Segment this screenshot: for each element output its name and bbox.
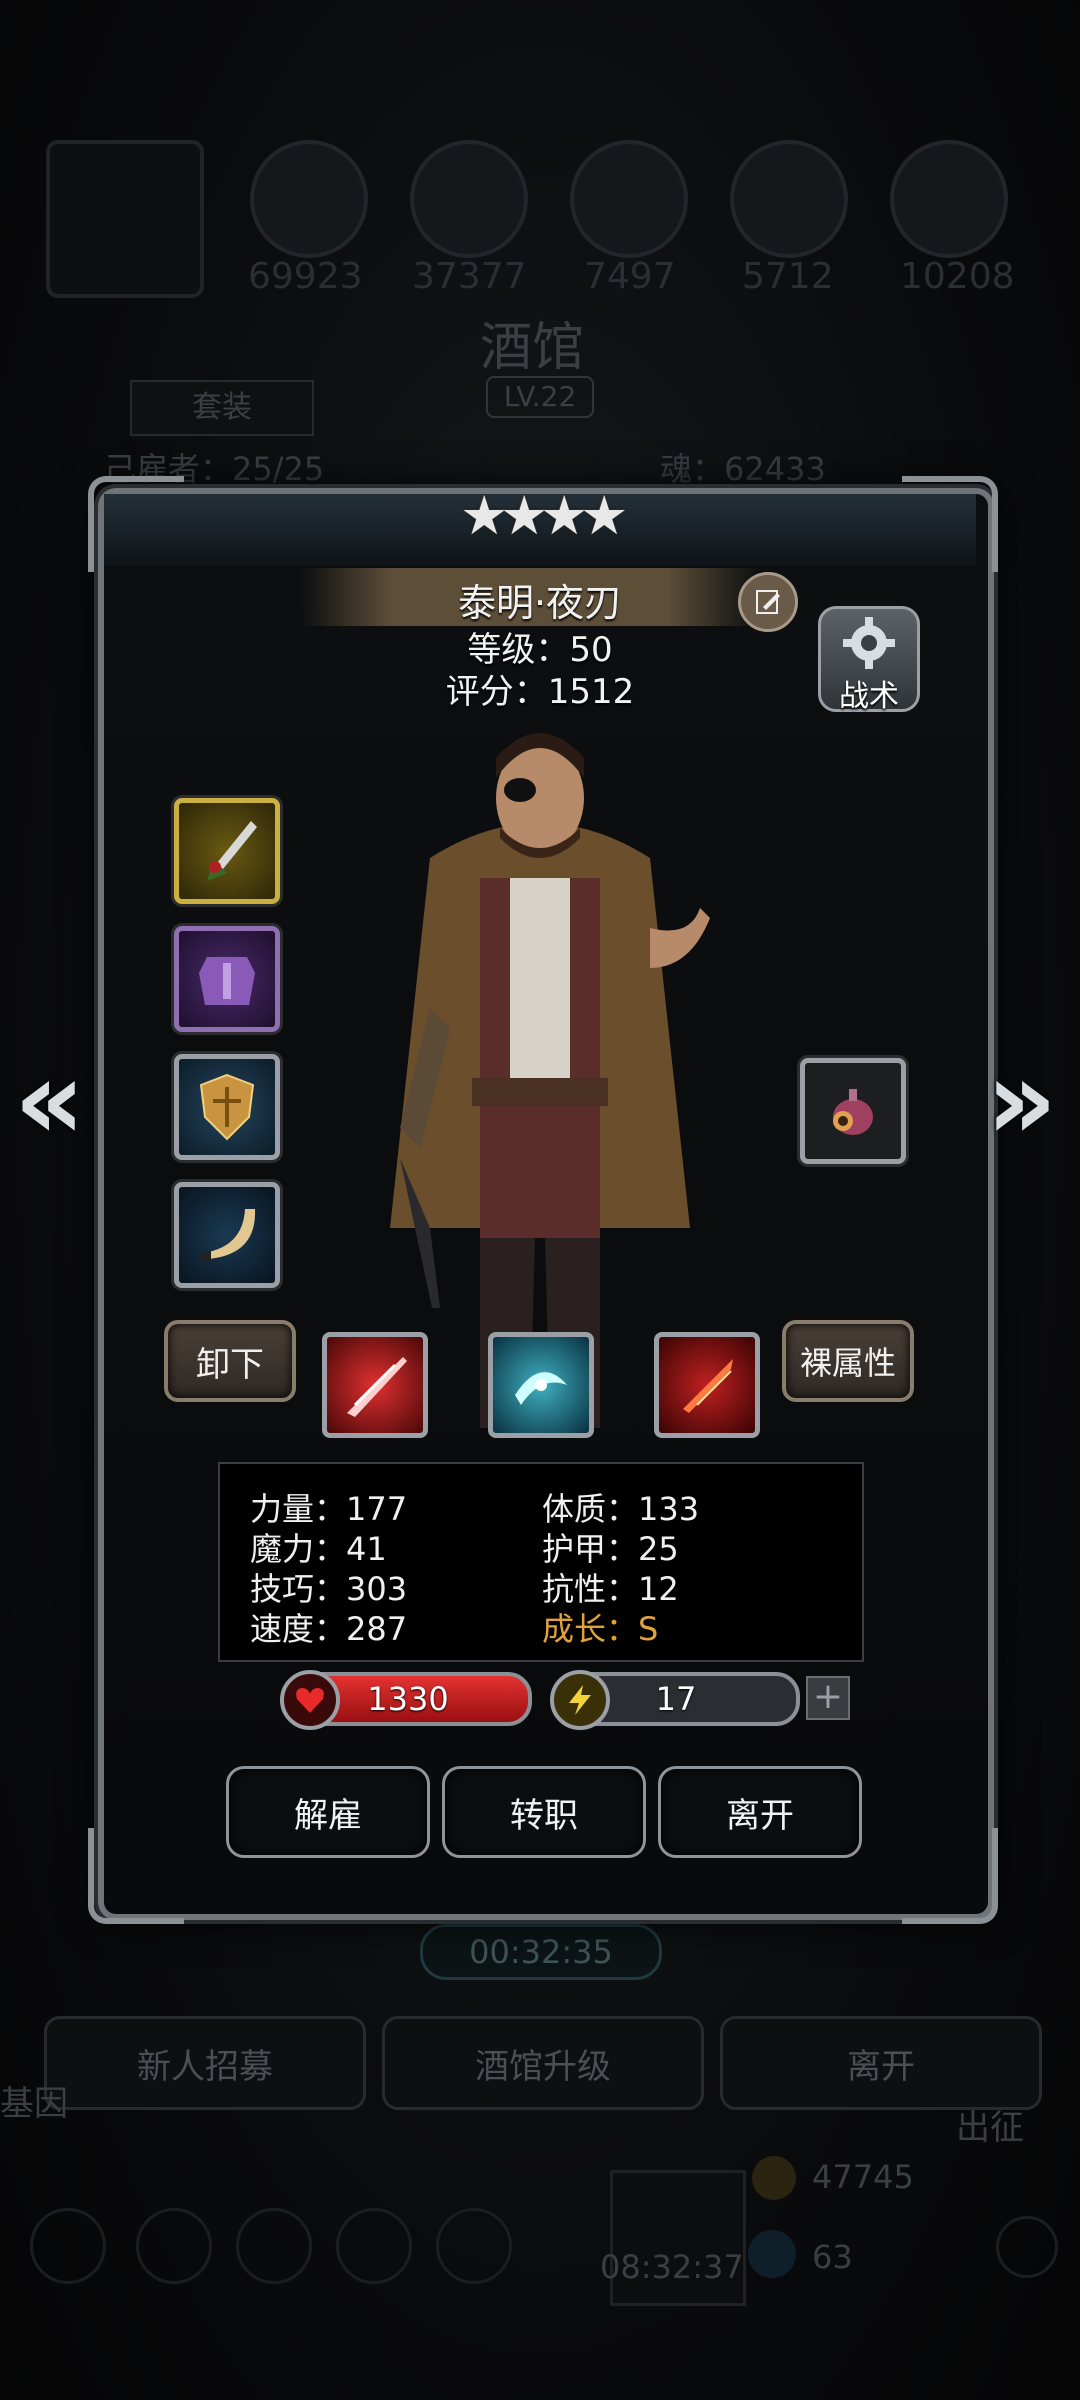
shield-icon [199, 1073, 255, 1141]
equip-slot-trinket[interactable] [800, 1058, 906, 1164]
menu-icon-2[interactable] [136, 2208, 212, 2284]
equip-slot-shield[interactable] [174, 1054, 280, 1160]
dismiss-button[interactable]: 解雇 [226, 1766, 430, 1858]
side-label-left[interactable]: 基因 [0, 2076, 68, 2125]
equip-slot-accessory[interactable] [174, 1182, 280, 1288]
tavern-level: LV.22 [486, 376, 594, 418]
frame-corner-bl [88, 1828, 184, 1924]
vortex-skill-icon [515, 1372, 567, 1405]
iron-count: 7497 [584, 256, 676, 297]
stat-speed: 速度：287 [250, 1610, 408, 1648]
menu-icon-5[interactable] [436, 2208, 512, 2284]
dagger-skill-icon [683, 1359, 733, 1413]
leather-icon [890, 140, 1008, 258]
tavern-timer: 00:32:35 [420, 1924, 662, 1980]
soul-count: 魂：62433 [660, 450, 826, 488]
slash-skill-icon [347, 1357, 407, 1417]
armor-icon [199, 957, 255, 1005]
menu-icon-1[interactable] [30, 2208, 106, 2284]
equip-slot-armor[interactable] [174, 926, 280, 1032]
ore-count: 37377 [412, 256, 527, 297]
iron-icon [570, 140, 688, 258]
side-label-right[interactable]: 出征 [956, 2100, 1024, 2149]
skill-slot-3[interactable] [654, 1332, 760, 1438]
menu-icon-3[interactable] [236, 2208, 312, 2284]
tavern-title: 酒馆 [480, 318, 585, 378]
menu-icon-4[interactable] [336, 2208, 412, 2284]
player-avatar [46, 140, 204, 298]
gold-icon [752, 2156, 796, 2200]
tab-suit[interactable]: 套装 [130, 380, 314, 436]
potion-icon [833, 1089, 873, 1135]
crystal-icon [730, 140, 848, 258]
leave-button[interactable]: 离开 [658, 1766, 862, 1858]
dagger-icon [207, 821, 257, 881]
gem-count: 63 [812, 2238, 853, 2276]
add-icon[interactable] [996, 2216, 1058, 2278]
tactics-label: 战术 [839, 679, 899, 714]
gold-count: 47745 [812, 2158, 914, 2196]
tactics-button[interactable]: 战术 [818, 606, 920, 714]
hero-score: 评分：1512 [445, 672, 635, 712]
tavern-upgrade-button[interactable]: 酒馆升级 [382, 2016, 704, 2110]
equip-slot-weapon[interactable] [174, 798, 280, 904]
wood-icon [250, 140, 368, 258]
prev-hero-arrow[interactable]: « [14, 1045, 85, 1155]
hero-name: 泰明·夜刃 [457, 581, 623, 625]
unequip-button[interactable]: 卸下 [164, 1320, 296, 1402]
wood-count: 69923 [248, 256, 363, 297]
next-hero-arrow[interactable]: » [986, 1045, 1057, 1155]
frame-corner-br [902, 1828, 998, 1924]
lightning-icon [550, 1670, 610, 1730]
recruit-button[interactable]: 新人招募 [44, 2016, 366, 2110]
gem-icon [748, 2230, 796, 2278]
skill-slot-1[interactable] [322, 1332, 428, 1438]
bare-attributes-button[interactable]: 裸属性 [782, 1320, 914, 1402]
tavern-leave-button[interactable]: 离开 [720, 2016, 1042, 2110]
rename-button[interactable] [738, 572, 798, 632]
heart-icon [280, 1670, 340, 1730]
skill-slot-2[interactable] [488, 1332, 594, 1438]
star-icon: ★ [580, 484, 629, 547]
frame-corner-tr [902, 476, 998, 572]
edit-icon [756, 590, 780, 614]
horn-icon [201, 1209, 256, 1261]
leather-count: 10208 [900, 256, 1015, 297]
transfer-class-button[interactable]: 转职 [442, 1766, 646, 1858]
frame-corner-tl [88, 476, 184, 572]
add-energy-button[interactable]: + [806, 1676, 850, 1720]
stat-growth: 成长：S [542, 1610, 659, 1648]
gift-timer: 08:32:37 [600, 2248, 744, 2286]
ore-icon [410, 140, 528, 258]
gear-icon [843, 617, 895, 669]
crystal-count: 5712 [742, 256, 834, 297]
